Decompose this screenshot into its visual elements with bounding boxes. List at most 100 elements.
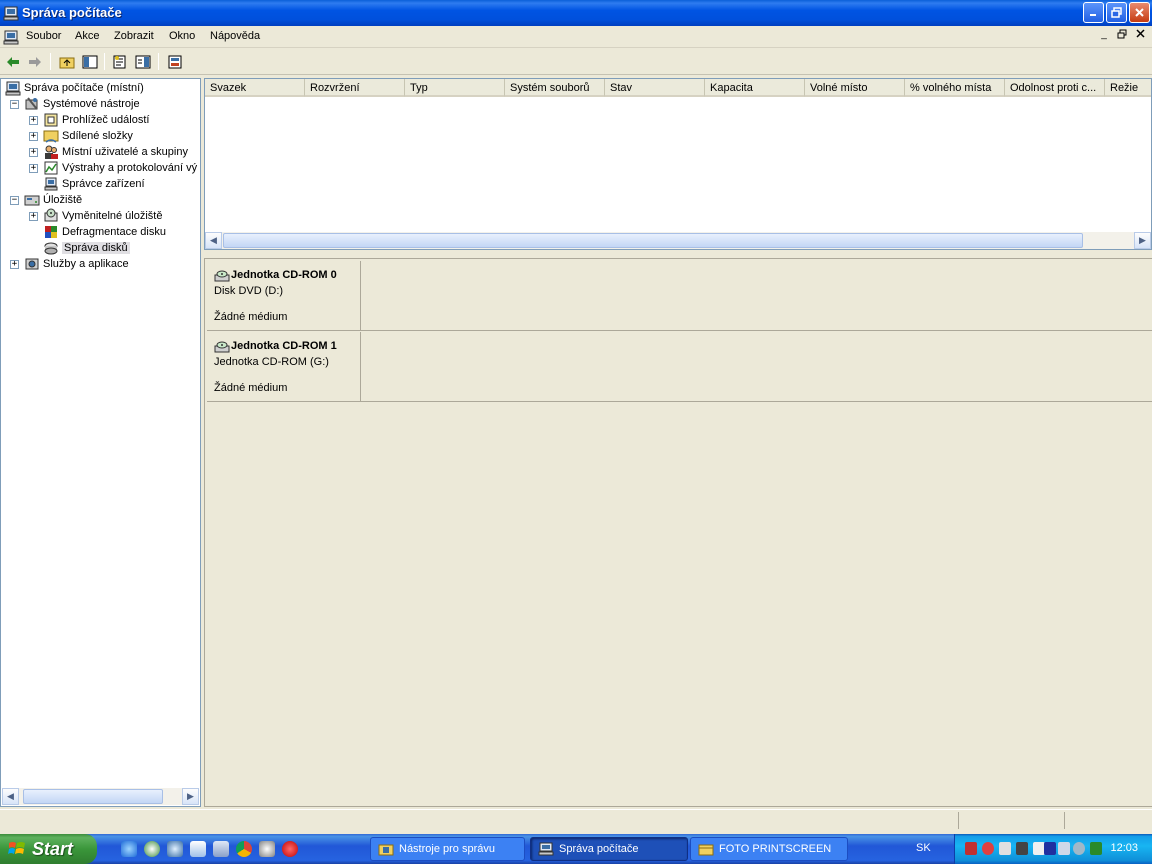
task-label: FOTO PRINTSCREEN: [719, 843, 832, 855]
scroll-thumb[interactable]: [23, 789, 163, 804]
tree-horizontal-scrollbar[interactable]: ◀ ▶: [2, 788, 199, 805]
expand-toggle[interactable]: +: [29, 132, 38, 141]
folder-open-icon: [698, 844, 714, 856]
tree-item-disk-management[interactable]: Správa disků: [43, 240, 130, 256]
column-header-free-space[interactable]: Volné místo: [805, 79, 905, 97]
outlook-express-icon[interactable]: [167, 841, 183, 857]
back-button[interactable]: [4, 53, 22, 70]
bluetooth-icon[interactable]: [1044, 842, 1056, 855]
scroll-left-button[interactable]: ◀: [205, 232, 222, 249]
mdi-minimize-button[interactable]: _: [1096, 29, 1112, 43]
chrome-icon[interactable]: [236, 841, 252, 857]
expand-toggle[interactable]: +: [29, 212, 38, 221]
disk-settings-button[interactable]: [166, 53, 184, 70]
mdi-close-button[interactable]: [1132, 29, 1148, 43]
scroll-left-button[interactable]: ◀: [2, 788, 19, 805]
disk-graphical-view[interactable]: Jednotka CD-ROM 0 Disk DVD (D:) Žádné mé…: [204, 258, 1152, 807]
column-header-overhead[interactable]: Režie: [1105, 79, 1151, 97]
taskbar-task-computer-management[interactable]: Správa počítače: [530, 837, 688, 861]
expand-toggle[interactable]: +: [10, 260, 19, 269]
tree-item-services-apps[interactable]: Služby a aplikace: [24, 256, 129, 272]
disk-row[interactable]: Jednotka CD-ROM 0 Disk DVD (D:) Žádné mé…: [207, 261, 1152, 331]
tree-label: Prohlížeč událostí: [62, 114, 150, 126]
menu-soubor[interactable]: Soubor: [26, 30, 61, 42]
properties-button[interactable]: [111, 53, 129, 70]
tree-root[interactable]: Správa počítače (místní): [5, 80, 144, 96]
toolbar-separator: [50, 53, 51, 70]
opera-icon[interactable]: [282, 841, 298, 857]
properties-icon: [113, 55, 126, 68]
column-header-type[interactable]: Typ: [405, 79, 505, 97]
collapse-toggle[interactable]: −: [10, 196, 19, 205]
start-button[interactable]: Start: [0, 834, 97, 864]
mdi-restore-button[interactable]: [1114, 29, 1130, 43]
close-icon: [1135, 29, 1145, 38]
security-alert-icon[interactable]: [982, 842, 994, 855]
recycle-icon[interactable]: [213, 841, 229, 857]
tree-item-removable-storage[interactable]: Vyměnitelné úložiště: [43, 208, 162, 224]
menu-napoveda[interactable]: Nápověda: [210, 30, 260, 42]
taskbar-task-admin-tools[interactable]: Nástroje pro správu: [370, 837, 525, 861]
back-arrow-icon: [7, 56, 19, 67]
cdrom-icon: [214, 270, 230, 282]
show-desktop-icon[interactable]: [190, 841, 206, 857]
network-icon[interactable]: [1058, 842, 1070, 855]
quicklaunch-app-icon[interactable]: [259, 841, 275, 857]
column-header-percent-free[interactable]: % volného místa: [905, 79, 1005, 97]
expand-toggle[interactable]: +: [29, 148, 38, 157]
forward-button[interactable]: [26, 53, 44, 70]
close-icon: [1135, 8, 1144, 17]
language-indicator[interactable]: SK: [916, 842, 931, 854]
tree-item-system-tools[interactable]: Systémové nástroje: [24, 96, 140, 112]
tray-app-icon[interactable]: [1073, 842, 1085, 855]
menu-zobrazit[interactable]: Zobrazit: [114, 30, 154, 42]
up-one-level-button[interactable]: [58, 53, 76, 70]
menu-akce[interactable]: Akce: [75, 30, 99, 42]
minimize-button[interactable]: [1083, 2, 1104, 23]
computer-management-icon: [538, 842, 554, 856]
volume-icon[interactable]: [1016, 842, 1028, 855]
expand-toggle[interactable]: +: [29, 116, 38, 125]
scroll-thumb[interactable]: [223, 233, 1083, 248]
collapse-toggle[interactable]: −: [10, 100, 19, 109]
scroll-right-button[interactable]: ▶: [1134, 232, 1151, 249]
tree-item-event-viewer[interactable]: Prohlížeč událostí: [43, 112, 149, 128]
nvidia-icon[interactable]: [1090, 842, 1102, 855]
console-tree[interactable]: Správa počítače (místní) − Systémové nás…: [0, 78, 201, 807]
network-disconnected-icon[interactable]: [965, 842, 977, 855]
media-player-icon[interactable]: [144, 841, 160, 857]
tree-item-shared-folders[interactable]: Sdílené složky: [43, 128, 133, 144]
close-button[interactable]: [1129, 2, 1150, 23]
tree-item-device-manager[interactable]: Správce zařízení: [43, 176, 145, 192]
scroll-right-button[interactable]: ▶: [182, 788, 199, 805]
internet-explorer-icon[interactable]: [121, 841, 137, 857]
help-button[interactable]: [134, 53, 152, 70]
list-horizontal-scrollbar[interactable]: ◀ ▶: [205, 232, 1151, 249]
disk-row[interactable]: Jednotka CD-ROM 1 Jednotka CD-ROM (G:) Ž…: [207, 332, 1152, 402]
disk-info[interactable]: Jednotka CD-ROM 0 Disk DVD (D:) Žádné mé…: [207, 261, 361, 331]
menu-okno[interactable]: Okno: [169, 30, 195, 42]
tree-item-performance-logs[interactable]: Výstrahy a protokolování vý: [43, 160, 197, 176]
title-bar[interactable]: Správa počítače: [0, 0, 1152, 26]
column-header-capacity[interactable]: Kapacita: [705, 79, 805, 97]
tree-item-storage[interactable]: Úložiště: [24, 192, 82, 208]
column-header-volume[interactable]: Svazek: [205, 79, 305, 97]
tree-label: Vyměnitelné úložiště: [62, 210, 163, 222]
expand-toggle[interactable]: +: [29, 164, 38, 173]
document-window-icon[interactable]: [3, 29, 19, 45]
tray-app-icon[interactable]: [999, 842, 1011, 855]
column-header-file-system[interactable]: Systém souborů: [505, 79, 605, 97]
column-header-status[interactable]: Stav: [605, 79, 705, 97]
tree-item-defragmentation[interactable]: Defragmentace disku: [43, 224, 166, 240]
users-icon: [45, 145, 58, 159]
volume-list[interactable]: Svazek Rozvržení Typ Systém souborů Stav…: [204, 78, 1152, 250]
column-header-fault-tolerance[interactable]: Odolnost proti c...: [1005, 79, 1105, 97]
taskbar-task-foto-printscreen[interactable]: FOTO PRINTSCREEN: [690, 837, 848, 861]
column-header-layout[interactable]: Rozvržení: [305, 79, 405, 97]
restore-button[interactable]: [1106, 2, 1127, 23]
system-tray: 12:03: [954, 834, 1152, 864]
show-hide-tree-button[interactable]: [81, 53, 99, 70]
clock[interactable]: 12:03: [1110, 842, 1138, 854]
disk-info[interactable]: Jednotka CD-ROM 1 Jednotka CD-ROM (G:) Ž…: [207, 332, 361, 402]
tree-item-local-users[interactable]: Místní uživatelé a skupiny: [43, 144, 188, 160]
